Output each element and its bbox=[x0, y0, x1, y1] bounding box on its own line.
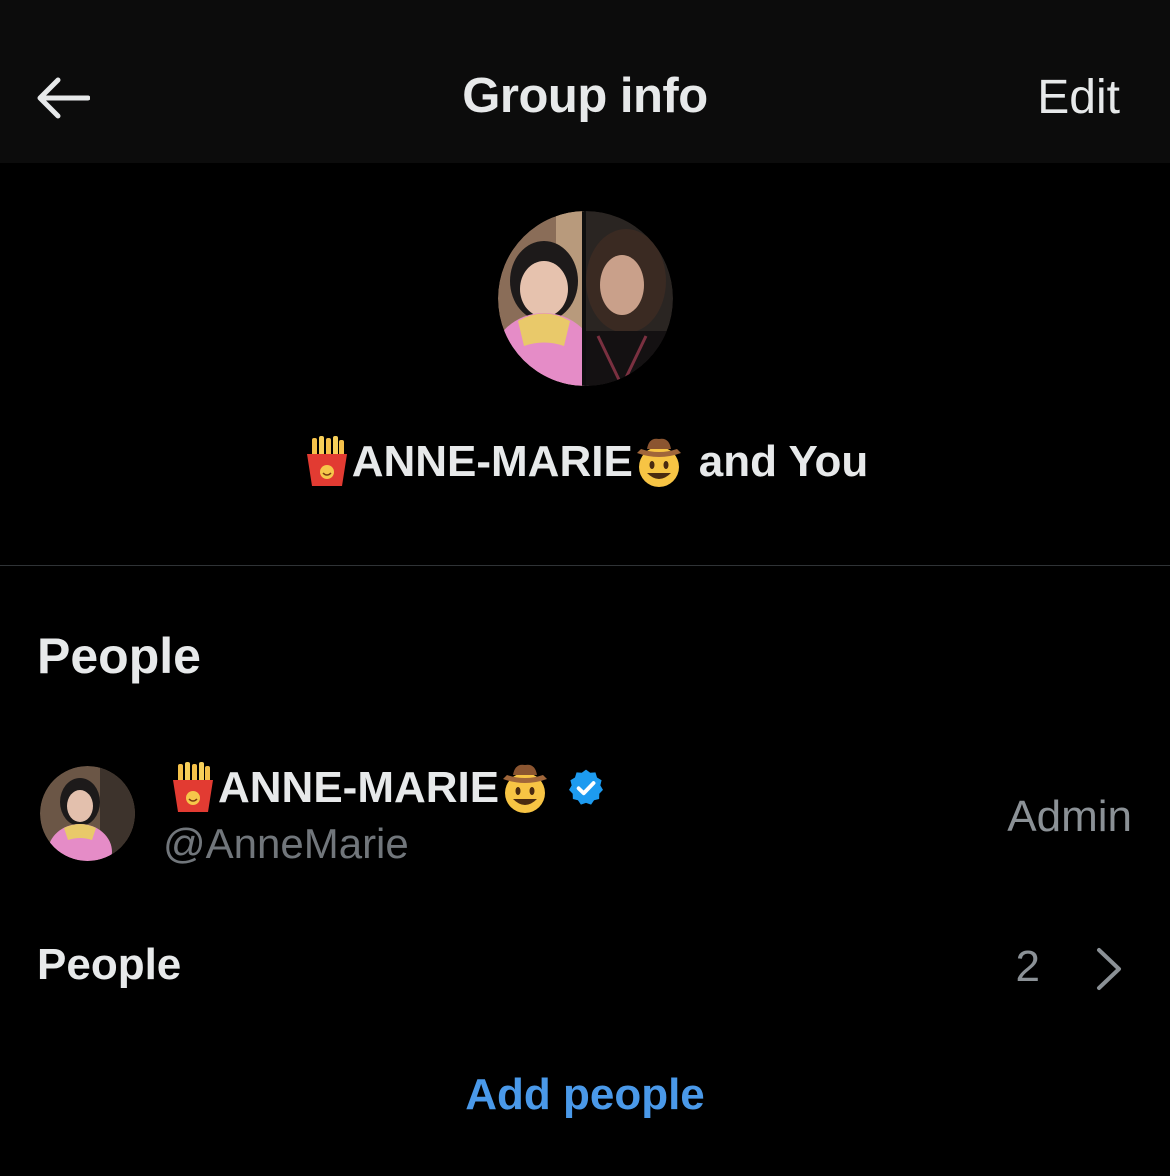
member-handle: @AnneMarie bbox=[163, 820, 409, 867]
group-name: ANNE-MARIE and You bbox=[0, 432, 1170, 492]
member-photo-left bbox=[498, 211, 596, 386]
people-count-row[interactable]: People 2 bbox=[0, 930, 1170, 1005]
member-photo-right bbox=[586, 211, 673, 386]
member-name-text: ANNE-MARIE bbox=[218, 763, 500, 812]
verified-badge-icon bbox=[565, 767, 607, 809]
group-name-suffix: and You bbox=[698, 437, 869, 486]
page-title: Group info bbox=[462, 69, 708, 123]
section-divider bbox=[0, 565, 1170, 566]
member-role-badge: Admin bbox=[1007, 792, 1132, 841]
cowboy-hat-face-icon bbox=[633, 435, 685, 489]
chevron-right-icon bbox=[1097, 948, 1121, 990]
people-count: 2 bbox=[1015, 942, 1040, 991]
edit-button[interactable]: Edit bbox=[1037, 70, 1120, 125]
group-avatar bbox=[498, 211, 673, 386]
french-fries-icon bbox=[168, 762, 218, 814]
french-fries-icon bbox=[302, 436, 352, 488]
add-people-button[interactable]: Add people bbox=[0, 1070, 1170, 1120]
member-name: ANNE-MARIE bbox=[168, 760, 607, 816]
member-row[interactable]: ANNE-MARIE @AnneMarie Admin bbox=[0, 750, 1170, 880]
header-bar: Group info Edit bbox=[0, 0, 1170, 163]
cowboy-hat-face-icon bbox=[499, 761, 551, 815]
avatar bbox=[40, 766, 135, 861]
group-name-text: ANNE-MARIE bbox=[351, 437, 633, 486]
section-title-people: People bbox=[37, 628, 201, 684]
people-row-label: People bbox=[37, 940, 182, 989]
